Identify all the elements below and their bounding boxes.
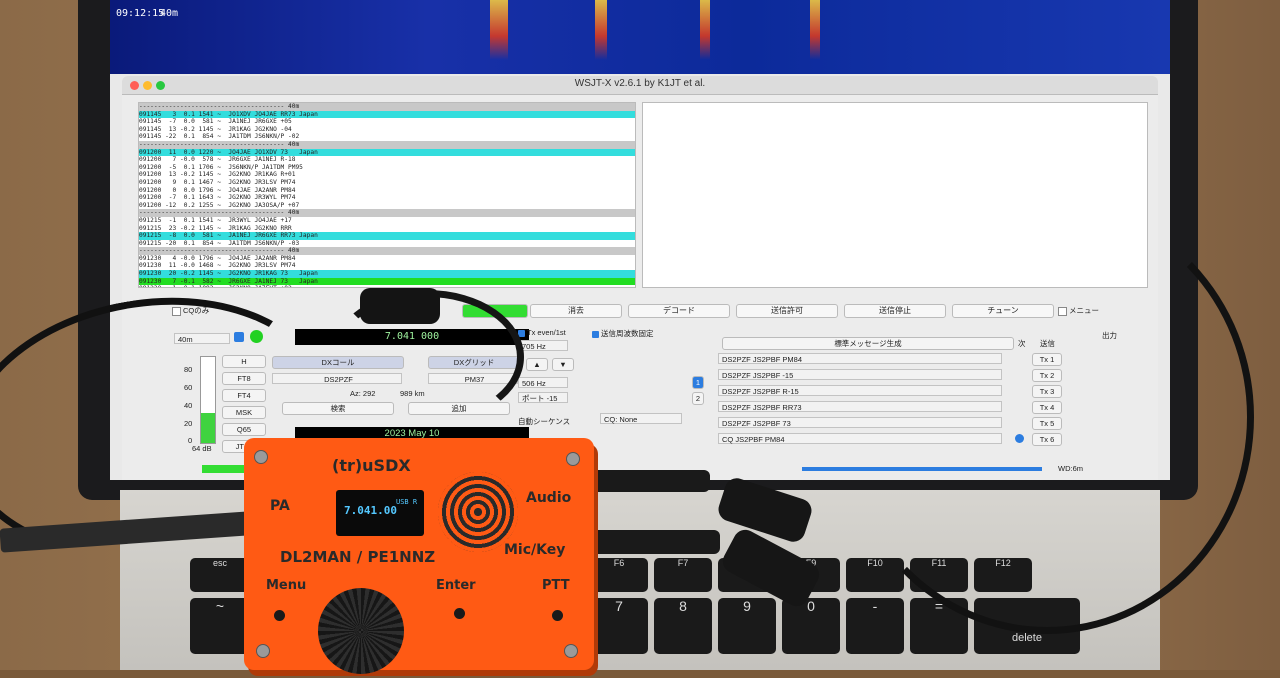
hold-tx-freq-label: 送信周波数固定	[601, 329, 654, 338]
auto-seq-label: 自動シーケンス	[518, 417, 571, 426]
tx-even-label: Tx even/1st	[527, 328, 566, 337]
0-key[interactable]: 0	[782, 598, 840, 654]
decode-line[interactable]: 091200 9 0.1 1467 ~ JG2KNO JR3LSV PM74	[139, 179, 635, 187]
8-key[interactable]: 8	[654, 598, 712, 654]
decode-line[interactable]: --------------------------------------- …	[139, 247, 635, 255]
key-label: 9	[743, 598, 751, 614]
tab-1[interactable]: 1	[692, 376, 704, 389]
cable-right	[840, 200, 1254, 634]
tx-frequency-spinbox[interactable]: 506 Hz	[518, 377, 568, 388]
waterfall-band: 40m	[160, 8, 179, 19]
audio-label: Audio	[526, 490, 572, 506]
decode-line[interactable]: --------------------------------------- …	[139, 103, 635, 111]
key-label: F10	[867, 558, 883, 568]
9-key[interactable]: 9	[718, 598, 776, 654]
decode-line[interactable]: 091215 23 -0.2 1145 ~ JR1KAG JG2KNO RRR	[139, 225, 635, 233]
decode-line[interactable]: 091145 13 -0.2 1145 ~ JR1KAG JG2KNO -04	[139, 126, 635, 134]
decode-line[interactable]: 091215 -20 0.1 854 ~ JA1TDM JS6NKN/P -03	[139, 240, 635, 248]
decode-line[interactable]: 091145 -7 0.0 581 ~ JA1NEJ JR6GXE +05	[139, 118, 635, 126]
decode-line[interactable]: 091145 -22 0.1 854 ~ JA1TDM JS6NKN/P -02	[139, 133, 635, 141]
radio-name: (tr)uSDX	[332, 456, 411, 475]
speaker-grille	[438, 472, 518, 552]
ferrite-core-top	[360, 288, 440, 324]
tab-2[interactable]: 2	[692, 392, 704, 405]
decode-line[interactable]: --------------------------------------- …	[139, 209, 635, 217]
menu-knob[interactable]	[318, 588, 404, 674]
tx-even-checkbox[interactable]: Tx even/1st	[518, 328, 566, 337]
band-activity-pane[interactable]: --------------------------------------- …	[138, 102, 636, 288]
screw-icon	[256, 644, 270, 658]
pa-label: PA	[270, 498, 290, 514]
decode-line[interactable]: 091200 -7 0.1 1643 ~ JG2KNO JR3WYL PM74	[139, 194, 635, 202]
decode-line[interactable]: 091230 11 -0.0 1468 ~ JG2KNO JR3LSV PM74	[139, 262, 635, 270]
menu-button[interactable]	[274, 610, 285, 621]
enter-button[interactable]	[454, 608, 465, 619]
mic-key-label: Mic/Key	[504, 542, 566, 558]
key-label: 8	[679, 598, 687, 614]
truSDX-radio: (tr)uSDX PA USB R 7.041.00 Audio Mic/Key…	[244, 438, 594, 674]
key-label: -	[872, 598, 878, 614]
enter-label: Enter	[436, 578, 476, 593]
waterfall-time: 09:12:15	[116, 8, 165, 19]
key-label: F6	[613, 558, 625, 568]
decode-line[interactable]: 091200 0 0.0 1796 ~ JO4JAE JA2ANR PM84	[139, 187, 635, 195]
oled-display: USB R 7.041.00	[336, 490, 424, 536]
decode-line[interactable]: 091200 13 -0.2 1145 ~ JG2KNO JR1KAG R+01	[139, 171, 635, 179]
window-title: WSJT-X v2.6.1 by K1JT et al.	[574, 78, 706, 89]
decode-line[interactable]: 091200 11 0.0 1220 ~ JO4JAE JO1XDV 73 Ja…	[139, 148, 635, 157]
key-label: 7	[615, 598, 623, 614]
down-arrow-button[interactable]: ▼	[552, 358, 574, 371]
esc-key[interactable]: esc	[190, 558, 250, 592]
up-arrow-button[interactable]: ▲	[526, 358, 548, 371]
key-label: ~	[215, 598, 225, 614]
tilde-key[interactable]: ~	[190, 598, 250, 654]
maker-label: DL2MAN / PE1NNZ	[280, 548, 436, 566]
decode-line[interactable]: 091200 7 -0.0 578 ~ JR6GXE JA1NEJ R-18	[139, 156, 635, 164]
menu-label: Menu	[266, 578, 307, 593]
decode-line[interactable]: 091200 -12 0.2 1255 ~ JG2KNO JA3OSA/P +0…	[139, 202, 635, 210]
ptt-label: PTT	[542, 578, 570, 593]
hold-tx-freq-checkbox[interactable]: 送信周波数固定	[592, 328, 654, 339]
decode-line[interactable]: 091215 -8 0.0 581 ~ JA1NEJ JR6GXE RR73 J…	[139, 232, 635, 240]
7-key[interactable]: 7	[590, 598, 648, 654]
decode-line[interactable]: 091145 3 0.1 1541 ~ JO1XDV JO4JAE RR73 J…	[139, 110, 635, 119]
decode-line[interactable]: 091215 -1 0.1 1541 ~ JR3WYL JO4JAE +17	[139, 217, 635, 225]
rx-frequency-spinbox[interactable]: 705 Hz	[518, 340, 568, 351]
key-label: esc	[212, 558, 227, 568]
key-label: F7	[677, 558, 689, 568]
enable-tx-button[interactable]: 送信許可	[736, 304, 838, 318]
decode-line[interactable]: 091200 -5 0.1 1706 ~ JS6NKN/P JA1TDM PM9…	[139, 164, 635, 172]
mic-plug-right	[590, 530, 720, 554]
decode-line[interactable]: 091230 4 -0.0 1796 ~ JO4JAE JA2ANR PM84	[139, 255, 635, 263]
erase-button[interactable]: 消去	[530, 304, 622, 318]
decode-line[interactable]: 091230 7 -0.1 582 ~ JR6GXE JA1NEJ 73 Jap…	[139, 277, 635, 286]
title-bar: WSJT-X v2.6.1 by K1JT et al.	[122, 76, 1158, 95]
screw-icon	[254, 450, 268, 464]
minus-key[interactable]: -	[846, 598, 904, 654]
key-label: 0	[807, 598, 815, 614]
screw-icon	[564, 644, 578, 658]
screw-icon	[566, 452, 580, 466]
decode-line[interactable]: 091230 20 -0.2 1145 ~ JG2KNO JR1KAG 73 J…	[139, 270, 635, 278]
f7-key[interactable]: F7	[654, 558, 712, 592]
oled-frequency: 7.041.00	[344, 504, 397, 517]
report-spinbox[interactable]: ポート -15	[518, 392, 568, 403]
audio-plug-right	[590, 470, 710, 492]
cq-select[interactable]: CQ: None	[600, 413, 682, 424]
checkbox-checked-icon	[592, 330, 599, 338]
decode-line[interactable]: --------------------------------------- …	[139, 140, 635, 149]
f6-key[interactable]: F6	[590, 558, 648, 592]
waterfall-display: 09:12:15 40m	[110, 0, 1170, 74]
decode-button[interactable]: デコード	[628, 304, 730, 318]
oled-mode: USB R	[396, 498, 418, 506]
ptt-button[interactable]	[552, 610, 563, 621]
